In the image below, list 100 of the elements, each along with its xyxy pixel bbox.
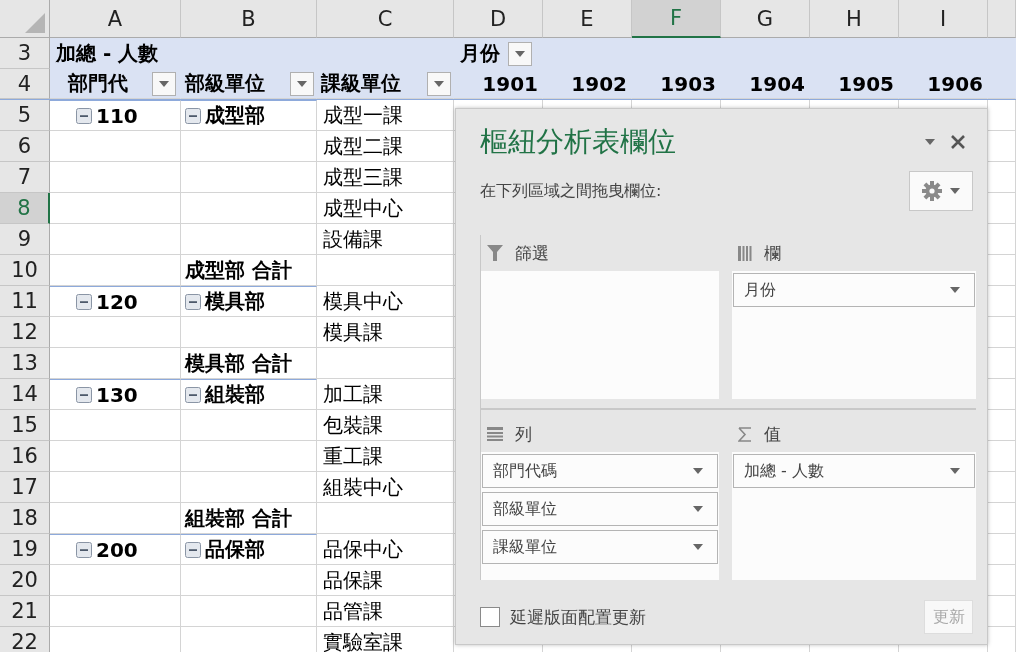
table-cell[interactable]	[50, 410, 181, 441]
table-cell[interactable]: 成型一課	[317, 100, 454, 131]
row-header[interactable]: 10	[0, 255, 50, 286]
table-cell[interactable]: 重工課	[317, 441, 454, 472]
table-cell[interactable]	[988, 534, 1016, 565]
table-cell[interactable]: 模具中心	[317, 286, 454, 317]
column-header[interactable]: D	[454, 0, 543, 38]
table-cell[interactable]: 模具部 合計	[181, 348, 317, 379]
table-cell[interactable]: 模具課	[317, 317, 454, 348]
table-cell[interactable]	[50, 131, 181, 162]
table-cell[interactable]: 組裝部 合計	[181, 503, 317, 534]
table-cell[interactable]	[50, 193, 181, 224]
row-header[interactable]: 19	[0, 534, 50, 565]
table-cell[interactable]	[50, 162, 181, 193]
row-header[interactable]: 11	[0, 286, 50, 317]
column-header[interactable]: B	[181, 0, 317, 38]
table-cell[interactable]	[988, 286, 1016, 317]
drop-area[interactable]: 月份	[732, 271, 976, 399]
field-button[interactable]: 部門代碼	[482, 454, 718, 488]
table-cell[interactable]	[50, 317, 181, 348]
column-header[interactable]: I	[899, 0, 988, 38]
table-cell[interactable]: 成型三課	[317, 162, 454, 193]
field-button[interactable]: 課級單位	[482, 530, 718, 564]
table-cell[interactable]	[988, 441, 1016, 472]
table-cell[interactable]	[988, 131, 1016, 162]
drop-area[interactable]: 部門代碼 部級單位 課級單位	[481, 452, 719, 580]
table-cell[interactable]	[50, 472, 181, 503]
row-header[interactable]: 4	[0, 69, 50, 99]
column-header[interactable]: H	[810, 0, 899, 38]
collapse-icon[interactable]	[76, 107, 92, 124]
defer-update-checkbox[interactable]	[480, 607, 500, 627]
collapse-icon[interactable]	[185, 541, 201, 558]
table-cell[interactable]: 110	[50, 100, 181, 131]
row-header[interactable]: 14	[0, 379, 50, 410]
table-cell[interactable]: 成型部	[181, 100, 317, 131]
column-header[interactable]: G	[721, 0, 810, 38]
table-cell[interactable]	[181, 131, 317, 162]
table-cell[interactable]: 設備課	[317, 224, 454, 255]
table-cell[interactable]: 包裝課	[317, 410, 454, 441]
table-cell[interactable]	[988, 255, 1016, 286]
row-header[interactable]: 18	[0, 503, 50, 534]
table-cell[interactable]: 成型部 合計	[181, 255, 317, 286]
table-cell[interactable]	[988, 100, 1016, 131]
table-cell[interactable]	[181, 317, 317, 348]
column-header[interactable]: F	[632, 0, 721, 38]
table-cell[interactable]: 品管課	[317, 596, 454, 627]
table-cell[interactable]	[181, 224, 317, 255]
table-cell[interactable]: 模具部	[181, 286, 317, 317]
collapse-icon[interactable]	[76, 541, 92, 558]
collapse-icon[interactable]	[76, 293, 92, 310]
table-cell[interactable]: 品保課	[317, 565, 454, 596]
row-header[interactable]: 5	[0, 100, 50, 131]
table-cell[interactable]: 組裝中心	[317, 472, 454, 503]
table-cell[interactable]	[181, 193, 317, 224]
row-header[interactable]: 9	[0, 224, 50, 255]
table-cell[interactable]	[988, 348, 1016, 379]
table-cell[interactable]: 品保中心	[317, 534, 454, 565]
table-cell[interactable]	[50, 441, 181, 472]
table-cell[interactable]	[988, 596, 1016, 627]
table-cell[interactable]: 120	[50, 286, 181, 317]
table-cell[interactable]: 成型中心	[317, 193, 454, 224]
row-header[interactable]: 16	[0, 441, 50, 472]
select-all-icon[interactable]	[25, 13, 45, 33]
table-cell[interactable]	[50, 596, 181, 627]
table-cell[interactable]	[988, 317, 1016, 348]
table-cell[interactable]	[988, 162, 1016, 193]
row-header[interactable]: 7	[0, 162, 50, 193]
collapse-icon[interactable]	[76, 386, 92, 403]
table-cell[interactable]: 200	[50, 534, 181, 565]
table-cell[interactable]: 組裝部	[181, 379, 317, 410]
table-cell[interactable]: 成型二課	[317, 131, 454, 162]
row-header[interactable]: 20	[0, 565, 50, 596]
table-cell[interactable]: 130	[50, 379, 181, 410]
table-cell[interactable]	[988, 565, 1016, 596]
table-cell[interactable]	[988, 503, 1016, 534]
collapse-icon[interactable]	[185, 293, 201, 310]
drop-area[interactable]: 加總 - 人數	[732, 452, 976, 580]
table-cell[interactable]	[988, 193, 1016, 224]
table-cell[interactable]	[317, 255, 454, 286]
row-header[interactable]: 22	[0, 627, 50, 652]
field-button[interactable]: 部級單位	[482, 492, 718, 526]
table-cell[interactable]	[988, 379, 1016, 410]
table-cell[interactable]	[317, 348, 454, 379]
table-cell[interactable]	[988, 224, 1016, 255]
filter-dropdown-button[interactable]	[290, 71, 314, 96]
tools-button[interactable]	[909, 171, 973, 211]
field-button[interactable]: 月份	[733, 273, 975, 307]
table-cell[interactable]	[50, 255, 181, 286]
table-cell[interactable]	[988, 410, 1016, 441]
row-header[interactable]: 13	[0, 348, 50, 379]
column-header[interactable]: E	[543, 0, 632, 38]
row-header[interactable]: 3	[0, 38, 50, 69]
column-header[interactable]: C	[317, 0, 454, 38]
filter-dropdown-button[interactable]	[152, 71, 176, 96]
filter-dropdown-button[interactable]	[427, 71, 451, 96]
row-header[interactable]: 12	[0, 317, 50, 348]
row-header[interactable]: 8	[0, 193, 50, 224]
table-cell[interactable]: 加工課	[317, 379, 454, 410]
table-cell[interactable]	[181, 472, 317, 503]
table-cell[interactable]	[988, 472, 1016, 503]
